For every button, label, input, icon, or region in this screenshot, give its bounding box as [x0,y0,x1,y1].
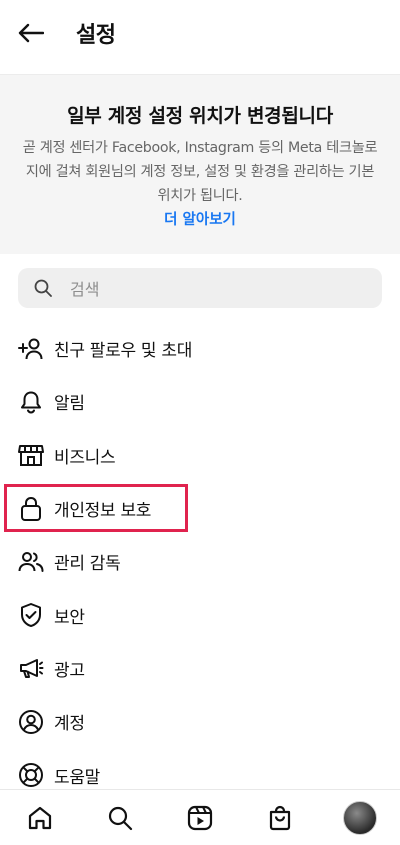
menu-label-supervision: 관리 감독 [54,554,121,575]
learn-more-link[interactable]: 더 알아보기 [18,208,382,232]
search-placeholder: 검색 [70,280,100,299]
nav-shop[interactable] [260,798,300,838]
home-icon [28,806,52,829]
menu-label-privacy: 개인정보 보호 [54,501,152,522]
menu-label-help: 도움말 [54,767,101,788]
megaphone-icon [18,655,44,681]
menu-item-security[interactable]: 보안 [0,588,400,641]
header: 설정 [0,0,400,66]
menu-item-business[interactable]: 비즈니스 [0,429,400,482]
bottom-nav [0,789,400,845]
menu-item-follow-invite[interactable]: 친구 팔로우 및 초대 [0,322,400,375]
nav-search[interactable] [100,798,140,838]
menu-item-notifications[interactable]: 알림 [0,375,400,428]
avatar [343,800,377,835]
people-icon [18,549,44,575]
search-icon [108,806,133,830]
notice-banner: 일부 계정 설정 위치가 변경됩니다 곧 계정 센터가 Facebook, In… [0,74,400,254]
menu-item-privacy[interactable]: 개인정보 보호 [0,482,400,535]
back-arrow-icon [18,23,44,43]
page-title: 설정 [76,23,116,48]
bell-icon [18,389,44,415]
nav-home[interactable] [20,798,60,838]
back-button[interactable] [14,16,48,50]
menu-item-account[interactable]: 계정 [0,695,400,748]
shop-icon [18,442,44,468]
menu-label-follow-invite: 친구 팔로우 및 초대 [54,341,193,362]
search-input[interactable]: 검색 [18,268,382,308]
shield-icon [18,602,44,628]
add-person-icon [18,336,44,362]
notice-title: 일부 계정 설정 위치가 변경됩니다 [67,105,333,127]
menu-item-ads[interactable]: 광고 [0,642,400,695]
menu-label-account: 계정 [54,714,85,735]
menu-label-business: 비즈니스 [54,447,116,468]
nav-reels[interactable] [180,798,220,838]
search-icon [34,277,56,299]
menu-item-supervision[interactable]: 관리 감독 [0,535,400,588]
notice-body: 곧 계정 센터가 Facebook, Instagram 등의 Meta 테크놀… [22,140,378,204]
menu-label-security: 보안 [54,607,85,628]
lifebuoy-icon [18,762,44,788]
lock-icon [18,496,44,522]
reels-icon [187,805,213,830]
shopping-bag-icon [269,805,291,830]
menu-label-ads: 광고 [54,660,85,681]
settings-menu: 친구 팔로우 및 초대 알림 비즈니스 개인정보 보호 관리 감독 보안 광고 … [0,322,400,802]
menu-label-notifications: 알림 [54,394,85,415]
nav-profile[interactable] [340,798,380,838]
user-circle-icon [18,709,44,735]
